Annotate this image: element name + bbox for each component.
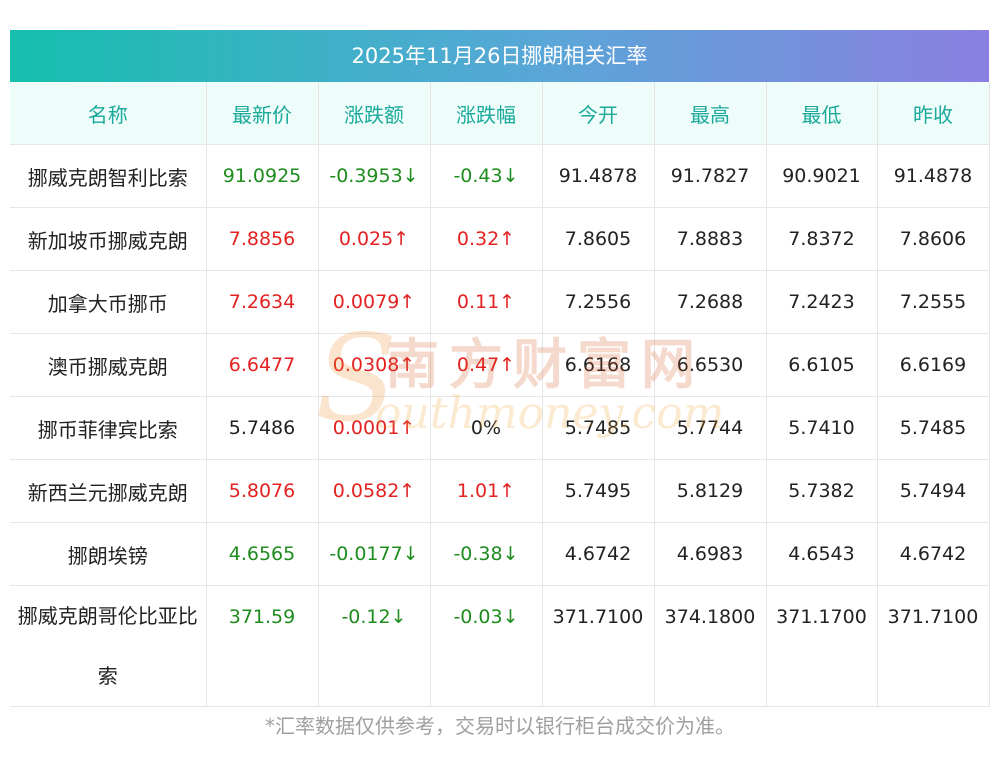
high-price: 5.8129 <box>654 459 767 523</box>
change-amount: -0.3953↓ <box>318 144 431 208</box>
col-header-low: 最低 <box>766 82 878 145</box>
pair-name: 挪威克朗哥伦比亚比索 <box>10 585 207 707</box>
col-header-pct: 涨跌幅 <box>430 82 543 145</box>
high-price: 7.2688 <box>654 270 767 334</box>
low-price: 90.9021 <box>766 144 878 208</box>
rates-table: 名称 最新价 涨跌额 涨跌幅 今开 最高 最低 昨收 挪威克朗智利比索 91.0… <box>10 82 990 707</box>
change-percent: 0% <box>430 396 543 460</box>
change-amount: 0.025↑ <box>318 207 431 271</box>
change-percent: -0.03↓ <box>430 585 543 707</box>
high-price: 6.6530 <box>654 333 767 397</box>
latest-price: 7.2634 <box>206 270 319 334</box>
high-price: 7.8883 <box>654 207 767 271</box>
pair-name: 挪币菲律宾比索 <box>10 396 207 460</box>
change-percent: -0.43↓ <box>430 144 543 208</box>
change-percent: 0.32↑ <box>430 207 543 271</box>
change-percent: 0.11↑ <box>430 270 543 334</box>
table-row: 挪币菲律宾比索 5.7486 0.0001↑ 0% 5.7485 5.7744 … <box>10 396 990 460</box>
open-price: 7.8605 <box>542 207 655 271</box>
prev-close: 371.7100 <box>877 585 990 707</box>
pair-name: 挪威克朗智利比索 <box>10 144 207 208</box>
prev-close: 7.8606 <box>877 207 990 271</box>
pair-name: 加拿大币挪币 <box>10 270 207 334</box>
high-price: 4.6983 <box>654 522 767 586</box>
latest-price: 6.6477 <box>206 333 319 397</box>
change-amount: -0.0177↓ <box>318 522 431 586</box>
table-title: 2025年11月26日挪朗相关汇率 <box>10 30 989 82</box>
low-price: 5.7382 <box>766 459 878 523</box>
pair-name: 挪朗埃镑 <box>10 522 207 586</box>
prev-close: 5.7494 <box>877 459 990 523</box>
footnote: *汇率数据仅供参考，交易时以银行柜台成交价为准。 <box>265 714 735 738</box>
pair-name: 澳币挪威克朗 <box>10 333 207 397</box>
change-percent: 1.01↑ <box>430 459 543 523</box>
low-price: 5.7410 <box>766 396 878 460</box>
latest-price: 91.0925 <box>206 144 319 208</box>
latest-price: 5.7486 <box>206 396 319 460</box>
change-amount: 0.0001↑ <box>318 396 431 460</box>
col-header-prev: 昨收 <box>877 82 990 145</box>
table-row: 挪朗埃镑 4.6565 -0.0177↓ -0.38↓ 4.6742 4.698… <box>10 522 990 586</box>
high-price: 91.7827 <box>654 144 767 208</box>
high-price: 374.1800 <box>654 585 767 707</box>
col-header-latest: 最新价 <box>206 82 319 145</box>
change-percent: -0.38↓ <box>430 522 543 586</box>
table-row: 加拿大币挪币 7.2634 0.0079↑ 0.11↑ 7.2556 7.268… <box>10 270 990 334</box>
high-price: 5.7744 <box>654 396 767 460</box>
low-price: 4.6543 <box>766 522 878 586</box>
prev-close: 4.6742 <box>877 522 990 586</box>
latest-price: 7.8856 <box>206 207 319 271</box>
latest-price: 5.8076 <box>206 459 319 523</box>
open-price: 5.7485 <box>542 396 655 460</box>
latest-price: 371.59 <box>206 585 319 707</box>
low-price: 6.6105 <box>766 333 878 397</box>
change-amount: 0.0308↑ <box>318 333 431 397</box>
open-price: 4.6742 <box>542 522 655 586</box>
change-amount: -0.12↓ <box>318 585 431 707</box>
change-amount: 0.0582↑ <box>318 459 431 523</box>
col-header-open: 今开 <box>542 82 655 145</box>
header-row: 名称 最新价 涨跌额 涨跌幅 今开 最高 最低 昨收 <box>10 82 990 145</box>
latest-price: 4.6565 <box>206 522 319 586</box>
change-amount: 0.0079↑ <box>318 270 431 334</box>
low-price: 7.8372 <box>766 207 878 271</box>
col-header-high: 最高 <box>654 82 767 145</box>
open-price: 7.2556 <box>542 270 655 334</box>
prev-close: 6.6169 <box>877 333 990 397</box>
open-price: 91.4878 <box>542 144 655 208</box>
table-row: 挪威克朗哥伦比亚比索 371.59 -0.12↓ -0.03↓ 371.7100… <box>10 585 990 707</box>
open-price: 371.7100 <box>542 585 655 707</box>
table-row: 新加坡币挪威克朗 7.8856 0.025↑ 0.32↑ 7.8605 7.88… <box>10 207 990 271</box>
col-header-change: 涨跌额 <box>318 82 431 145</box>
prev-close: 7.2555 <box>877 270 990 334</box>
table-row: 挪威克朗智利比索 91.0925 -0.3953↓ -0.43↓ 91.4878… <box>10 144 990 208</box>
rates-panel: 2025年11月26日挪朗相关汇率 名称 最新价 涨跌额 涨跌幅 今开 最高 最… <box>10 30 990 707</box>
table-row: 澳币挪威克朗 6.6477 0.0308↑ 0.47↑ 6.6168 6.653… <box>10 333 990 397</box>
low-price: 7.2423 <box>766 270 878 334</box>
prev-close: 91.4878 <box>877 144 990 208</box>
pair-name: 新西兰元挪威克朗 <box>10 459 207 523</box>
open-price: 6.6168 <box>542 333 655 397</box>
table-row: 新西兰元挪威克朗 5.8076 0.0582↑ 1.01↑ 5.7495 5.8… <box>10 459 990 523</box>
low-price: 371.1700 <box>766 585 878 707</box>
open-price: 5.7495 <box>542 459 655 523</box>
change-percent: 0.47↑ <box>430 333 543 397</box>
pair-name: 新加坡币挪威克朗 <box>10 207 207 271</box>
col-header-name: 名称 <box>10 82 207 145</box>
prev-close: 5.7485 <box>877 396 990 460</box>
